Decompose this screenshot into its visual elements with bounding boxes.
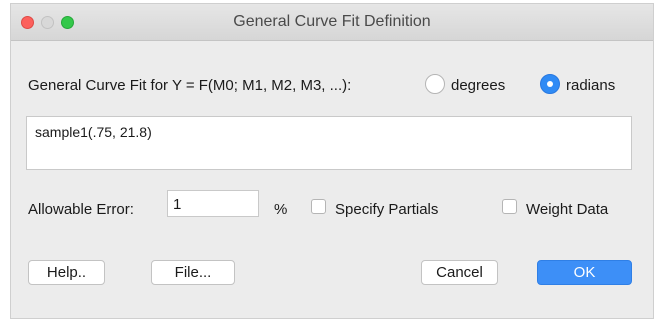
allowable-error-input[interactable]: 1 [167, 190, 259, 217]
allowable-error-label: Allowable Error: [28, 201, 134, 218]
weight-data-checkbox[interactable] [502, 199, 517, 214]
formula-textarea[interactable]: sample1(.75, 21.8) [26, 116, 632, 170]
radians-radio-label[interactable]: radians [566, 77, 615, 94]
title-bar: General Curve Fit Definition [11, 4, 653, 41]
help-button[interactable]: Help.. [28, 260, 105, 285]
degrees-radio[interactable] [425, 74, 445, 94]
cancel-button[interactable]: Cancel [421, 260, 498, 285]
ok-button[interactable]: OK [537, 260, 632, 285]
window-title: General Curve Fit Definition [233, 13, 431, 30]
radians-radio[interactable] [540, 74, 560, 94]
weight-data-label[interactable]: Weight Data [526, 201, 608, 218]
degrees-radio-label[interactable]: degrees [451, 77, 505, 94]
specify-partials-label[interactable]: Specify Partials [335, 201, 438, 218]
specify-partials-checkbox[interactable] [311, 199, 326, 214]
curve-fit-label: General Curve Fit for Y = F(M0; M1, M2, … [28, 77, 352, 94]
percent-unit-label: % [274, 201, 288, 218]
file-button[interactable]: File... [151, 260, 235, 285]
